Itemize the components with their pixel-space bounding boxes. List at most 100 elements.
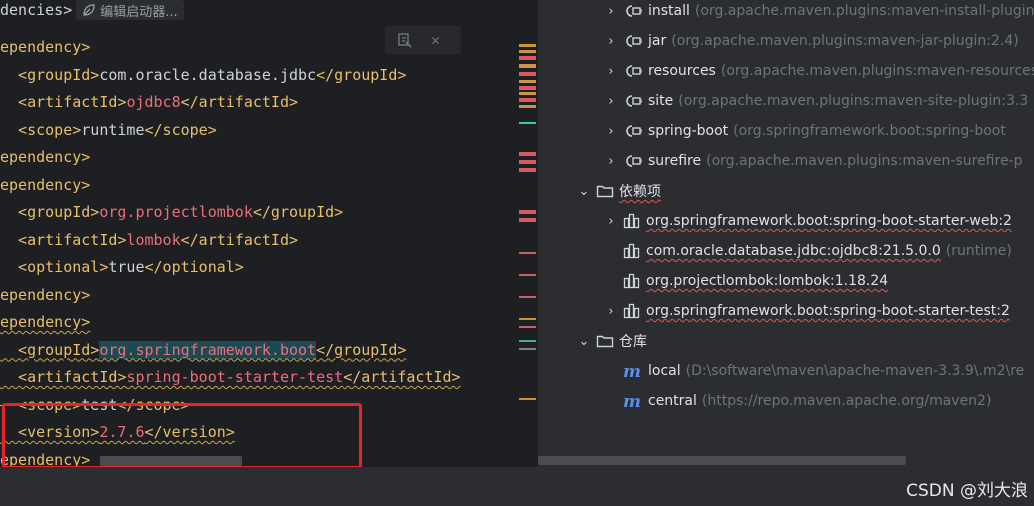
stripe-marker[interactable] bbox=[519, 296, 536, 298]
tree-row[interactable]: › jar (org.apache.maven.plugins:maven-jar-… bbox=[605, 26, 1019, 56]
tree-row[interactable]: ⌄ 仓库 bbox=[578, 326, 647, 356]
chevron-down-icon[interactable]: ⌄ bbox=[578, 334, 590, 349]
stripe-marker[interactable] bbox=[519, 348, 536, 350]
tree-row-detail: (org.apache.maven.plugins:maven-jar-plug… bbox=[671, 33, 1019, 49]
stripe-marker[interactable] bbox=[519, 210, 536, 214]
breadcrumb-text[interactable]: dencies> bbox=[0, 1, 72, 19]
tree-row[interactable]: org.projectlombok:lombok:1.18.24 bbox=[605, 266, 888, 296]
code-line[interactable]: ependency> bbox=[0, 34, 90, 60]
code-line[interactable]: <artifactId>ojdbc8</artifactId> bbox=[0, 89, 298, 115]
code-token: lombok bbox=[126, 230, 181, 249]
folder-icon bbox=[596, 333, 614, 349]
stripe-marker[interactable] bbox=[519, 168, 536, 172]
tree-row[interactable]: m central (https://repo.maven.apache.org/m… bbox=[605, 386, 991, 416]
library-icon bbox=[623, 243, 641, 259]
code-token: </artifactId> bbox=[180, 230, 299, 249]
stripe-marker[interactable] bbox=[519, 105, 536, 108]
folder-icon bbox=[596, 183, 614, 199]
stripe-marker[interactable] bbox=[519, 274, 536, 276]
code-line[interactable]: <scope>runtime</scope> bbox=[0, 117, 217, 143]
chevron-right-icon[interactable]: › bbox=[605, 124, 617, 139]
code-line[interactable]: ependency> bbox=[0, 309, 90, 335]
code-line[interactable]: ependency> bbox=[0, 144, 90, 170]
code-token: <artifactId> bbox=[0, 368, 127, 386]
tree-row[interactable]: › org.springframework.boot:spring-boot-st… bbox=[605, 206, 1012, 236]
code-token: org.springframework.boot bbox=[99, 340, 317, 359]
stripe-marker[interactable] bbox=[519, 398, 536, 400]
code-token: <groupId> bbox=[0, 340, 100, 359]
tree-row[interactable]: › spring-boot (org.springframework.boot:sp… bbox=[605, 116, 1005, 146]
tree-row[interactable]: com.oracle.database.jdbc:ojdbc8:21.5.0.0… bbox=[605, 236, 1012, 266]
code-token: </artifactId> bbox=[343, 368, 461, 386]
chevron-right-icon[interactable]: › bbox=[605, 154, 617, 169]
tree-row[interactable]: › site (org.apache.maven.plugins:maven-sit… bbox=[605, 86, 1028, 116]
tree-row[interactable]: m local (D:\software\maven\apache-maven-3.… bbox=[605, 356, 1024, 386]
code-line[interactable]: <groupId>org.springframework.boot</group… bbox=[0, 337, 406, 363]
tree-row-detail: (org.apache.maven.plugins:maven-install-… bbox=[694, 3, 1034, 19]
tree-row-label: site bbox=[648, 93, 674, 109]
stripe-marker[interactable] bbox=[519, 98, 536, 102]
tree-row-label: jar bbox=[648, 33, 667, 49]
stripe-marker[interactable] bbox=[519, 86, 536, 90]
code-token: <groupId> bbox=[0, 65, 100, 84]
code-line[interactable]: <groupId>org.projectlombok</groupId> bbox=[0, 199, 343, 225]
watermark: CSDN @刘大浪 bbox=[906, 481, 1028, 501]
stripe-marker[interactable] bbox=[519, 160, 536, 164]
stripe-marker[interactable] bbox=[519, 122, 536, 124]
chevron-right-icon[interactable]: › bbox=[605, 64, 617, 79]
stripe-marker[interactable] bbox=[519, 56, 536, 60]
stripe-marker[interactable] bbox=[519, 50, 536, 53]
code-line[interactable]: <artifactId>spring-boot-starter-test</ar… bbox=[0, 364, 461, 390]
edit-starters-button[interactable]: 编辑启动器... bbox=[76, 0, 184, 20]
editor-floating-toolbar: ✕ bbox=[385, 26, 461, 54]
tree-row-label: 依赖项 bbox=[619, 184, 661, 200]
chevron-right-icon[interactable]: › bbox=[605, 34, 617, 49]
tree-row-detail: (D:\software\maven\apache-maven-3.3.9\.m… bbox=[685, 363, 1025, 379]
svg-text:m: m bbox=[623, 363, 641, 379]
tree-row[interactable]: › resources (org.apache.maven.plugins:mave… bbox=[605, 56, 1034, 86]
stripe-marker[interactable] bbox=[519, 64, 536, 68]
code-line[interactable]: <artifactId>lombok</artifactId> bbox=[0, 227, 298, 253]
tree-row-label: org.springframework.boot:spring-boot-sta… bbox=[646, 213, 1012, 229]
tree-row[interactable]: › install (org.apache.maven.plugins:maven-… bbox=[605, 0, 1034, 26]
chevron-down-icon[interactable]: ⌄ bbox=[578, 184, 590, 199]
maven-reload-icon[interactable] bbox=[397, 32, 413, 48]
tree-horizontal-scrollbar[interactable] bbox=[538, 456, 906, 465]
stripe-marker[interactable] bbox=[519, 218, 536, 222]
error-stripe-gutter[interactable] bbox=[519, 42, 537, 422]
code-line[interactable]: ependency> bbox=[0, 282, 90, 308]
stripe-marker[interactable] bbox=[519, 326, 536, 328]
code-token: </optional> bbox=[144, 258, 244, 276]
chevron-right-icon[interactable]: › bbox=[605, 304, 617, 319]
stripe-marker[interactable] bbox=[519, 340, 536, 342]
stripe-marker[interactable] bbox=[519, 252, 536, 254]
stripe-marker[interactable] bbox=[519, 318, 536, 320]
tree-row-detail: (org.apache.maven.plugins:maven-resource… bbox=[720, 63, 1034, 79]
stripe-marker[interactable] bbox=[519, 152, 536, 156]
stripe-marker[interactable] bbox=[519, 44, 536, 47]
tree-row[interactable]: ⌄ 依赖项 bbox=[578, 176, 661, 206]
code-token: </groupId> bbox=[316, 340, 407, 359]
maven-plugin-icon bbox=[623, 93, 643, 109]
chevron-right-icon[interactable]: › bbox=[605, 4, 617, 19]
chevron-right-icon[interactable]: › bbox=[605, 214, 617, 229]
stripe-marker[interactable] bbox=[519, 92, 536, 95]
code-editor[interactable]: dencies> 编辑启动器... ✕ ependency> <groupId>… bbox=[0, 0, 538, 467]
code-token: </groupId> bbox=[252, 203, 344, 221]
code-line[interactable]: ependency> bbox=[0, 172, 90, 198]
maven-plugin-icon bbox=[623, 63, 643, 79]
tree-row-detail: (org.apache.maven.plugins:maven-surefire… bbox=[706, 153, 1023, 169]
tree-row[interactable]: › surefire (org.apache.maven.plugins:maven… bbox=[605, 146, 1023, 176]
stripe-marker[interactable] bbox=[519, 80, 536, 83]
tree-row-label: org.springframework.boot:spring-boot-sta… bbox=[646, 303, 1010, 319]
stripe-marker[interactable] bbox=[519, 72, 536, 76]
editor-horizontal-scrollbar[interactable] bbox=[100, 456, 242, 466]
maven-tool-window: › install (org.apache.maven.plugins:maven-… bbox=[538, 0, 1034, 467]
library-icon bbox=[623, 273, 641, 289]
code-line[interactable]: <groupId>com.oracle.database.jdbc</group… bbox=[0, 62, 406, 88]
code-token: </artifactId> bbox=[180, 93, 299, 111]
close-icon[interactable]: ✕ bbox=[431, 31, 440, 49]
tree-row[interactable]: › org.springframework.boot:spring-boot-st… bbox=[605, 296, 1010, 326]
chevron-right-icon[interactable]: › bbox=[605, 94, 617, 109]
code-line[interactable]: <optional>true</optional> bbox=[0, 254, 244, 280]
